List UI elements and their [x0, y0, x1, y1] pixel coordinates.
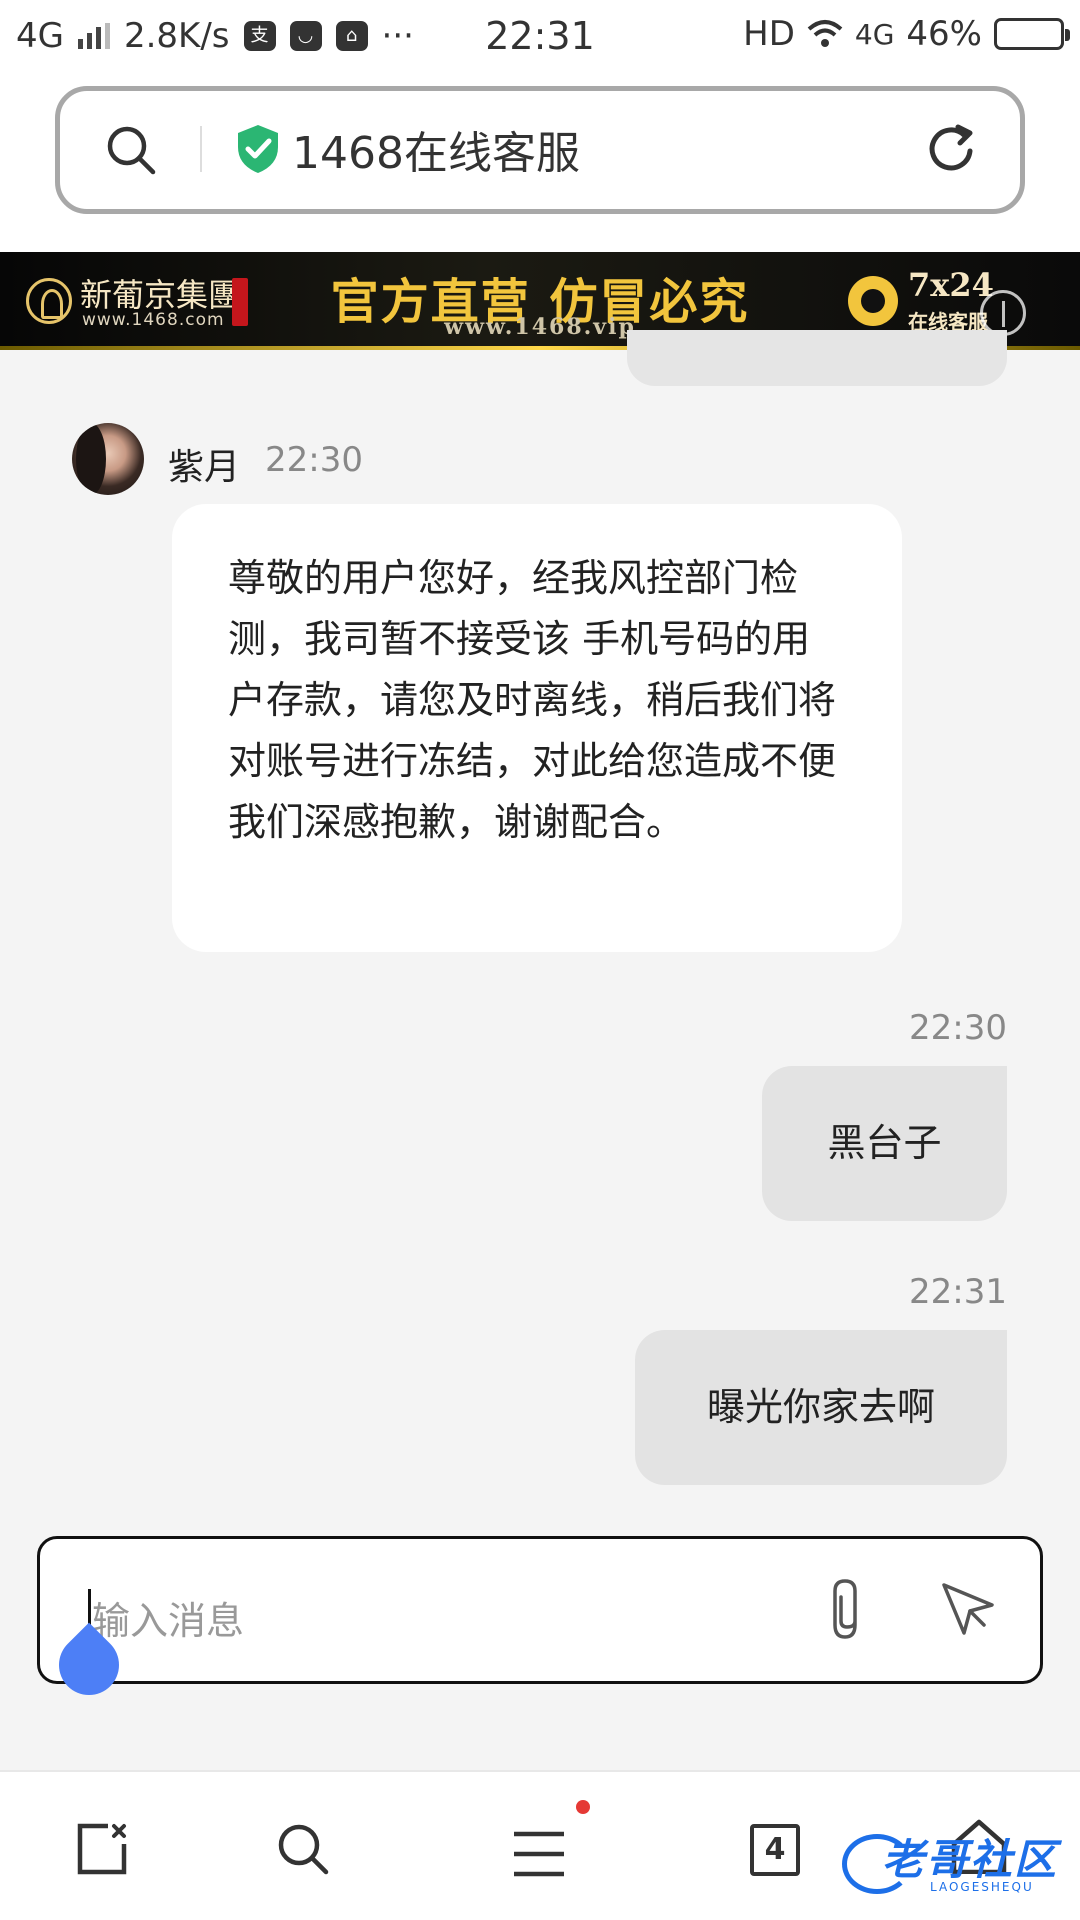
network-type-right: 4G: [854, 17, 895, 51]
secure-shield-icon: [238, 125, 278, 173]
agent-name: 紫月: [168, 447, 241, 488]
outgoing-message-time: 22:30: [909, 1008, 1007, 1048]
previous-message-bubble: [627, 330, 1007, 386]
agent-message-time: 22:30: [265, 440, 363, 480]
wifi-icon: [807, 20, 843, 47]
menu-badge: [576, 1800, 590, 1814]
incoming-message-text: 尊敬的用户您好，经我风控部门检测，我司暂不接受该 手机号码的用户存款，请您及时离…: [228, 556, 837, 844]
menu-icon[interactable]: [512, 1830, 566, 1878]
watermark: 老哥社区 LAOGESHEQU: [842, 1826, 1067, 1906]
reload-icon[interactable]: [924, 121, 980, 177]
watermark-text: 老哥社区: [882, 1835, 1059, 1884]
outgoing-message-text: 曝光你家去啊: [706, 1385, 935, 1429]
hd-indicator: HD: [743, 14, 795, 54]
status-bar: 4G 2.8K/s 支 ◡ ⌂ ··· 22:31 HD 4G 46%: [0, 0, 1080, 76]
tabs-count-button[interactable]: 4: [750, 1824, 800, 1876]
attachment-icon[interactable]: [825, 1577, 869, 1643]
address-divider: [200, 126, 202, 172]
watermark-subtext: LAOGESHEQU: [930, 1880, 1034, 1894]
outgoing-message-bubble: 曝光你家去啊: [635, 1330, 1007, 1485]
outgoing-message-time: 22:31: [909, 1272, 1007, 1312]
search-icon[interactable]: [105, 124, 157, 176]
banner-service: 7x24: [908, 266, 994, 304]
outgoing-message-bubble: 黑台子: [762, 1066, 1007, 1221]
battery-level: 46%: [906, 14, 982, 54]
address-bar[interactable]: 1468在线客服: [55, 86, 1025, 214]
avatar[interactable]: [72, 423, 144, 495]
send-icon[interactable]: [940, 1581, 996, 1637]
page-title[interactable]: 1468在线客服: [292, 117, 580, 181]
outgoing-message-text: 黑台子: [827, 1121, 942, 1165]
message-input-placeholder: 输入消息: [92, 1599, 245, 1643]
search-icon[interactable]: [276, 1822, 330, 1876]
close-page-icon[interactable]: [76, 1822, 128, 1876]
headset-icon: [848, 276, 898, 326]
incoming-message-bubble: 尊敬的用户您好，经我风控部门检测，我司暂不接受该 手机号码的用户存款，请您及时离…: [172, 504, 902, 952]
browser-header: 1468在线客服: [0, 76, 1080, 252]
message-input[interactable]: 输入消息: [37, 1536, 1043, 1684]
battery-icon: [994, 18, 1070, 50]
